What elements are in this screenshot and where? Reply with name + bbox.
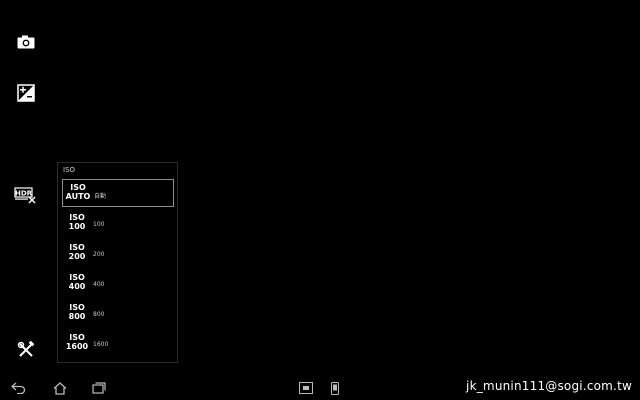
iso-badge: ISO 400 [68, 273, 86, 291]
iso-option-value: 200 [93, 251, 105, 258]
iso-badge: ISO 100 [68, 213, 86, 231]
settings-tools-icon[interactable] [14, 338, 38, 362]
iso-option-800[interactable]: ISO 800 800 [62, 300, 174, 328]
iso-option-200[interactable]: ISO 200 200 [62, 240, 174, 268]
hdr-off-icon[interactable]: HDR [14, 183, 38, 207]
camera-icon[interactable] [14, 30, 38, 54]
svg-text:HDR: HDR [15, 190, 33, 198]
recent-apps-icon[interactable] [90, 380, 108, 396]
iso-option-auto[interactable]: ISO AUTO 自動 [62, 179, 174, 207]
iso-badge: ISO 800 [68, 303, 86, 321]
iso-badge: ISO 200 [68, 243, 86, 261]
iso-option-value: 400 [93, 281, 105, 288]
watermark: jk_munin111@sogi.com.tw [466, 379, 632, 393]
iso-panel-title: ISO [63, 166, 76, 174]
iso-option-400[interactable]: ISO 400 400 [62, 270, 174, 298]
iso-option-value: 100 [93, 221, 105, 228]
phone-icon[interactable] [326, 380, 344, 396]
iso-option-value: 800 [93, 311, 105, 318]
camera-screen: HDR ISO ISO AUTO 自動 ISO 100 100 ISO 200 … [0, 0, 640, 400]
home-icon[interactable] [51, 380, 69, 396]
iso-option-100[interactable]: ISO 100 100 [62, 210, 174, 238]
iso-option-value: 自動 [94, 193, 107, 200]
back-icon[interactable] [10, 380, 28, 396]
exposure-icon[interactable] [14, 81, 38, 105]
iso-option-value: 1600 [93, 341, 109, 348]
iso-panel: ISO ISO AUTO 自動 ISO 100 100 ISO 200 200 [57, 162, 178, 363]
iso-option-1600[interactable]: ISO 1600 1600 [62, 330, 174, 358]
iso-badge: ISO 1600 [65, 333, 89, 351]
iso-badge: ISO AUTO [65, 183, 91, 201]
small-app-icon[interactable] [297, 380, 315, 396]
